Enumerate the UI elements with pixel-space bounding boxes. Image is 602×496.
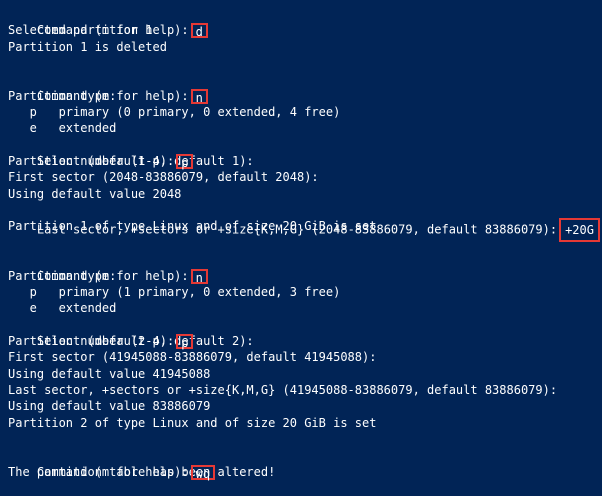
output-line: Selected partition 1 <box>8 23 153 38</box>
user-input-highlight: +20G <box>559 218 600 243</box>
command-line: Last sector, +sectors or +size{K,M,G} (2… <box>8 202 602 243</box>
output-line: e extended <box>8 301 117 316</box>
output-line: p primary (1 primary, 0 extended, 3 free… <box>8 284 341 299</box>
output-line: The partition table has been altered! <box>8 464 276 479</box>
command-line: Command (m for help): n <box>8 71 602 105</box>
command-line: Command (m for help): wq <box>8 447 602 481</box>
output-line: Last sector, +sectors or +size{K,M,G} (4… <box>8 382 558 397</box>
output-line: First sector (2048-83886079, default 204… <box>8 170 319 185</box>
output-line: First sector (41945088-83886079, default… <box>8 350 377 365</box>
command-line: Select (default p): p <box>8 317 602 350</box>
output-line: Using default value 41945088 <box>8 366 211 381</box>
output-line: Using default value 83886079 <box>8 399 211 414</box>
output-line: Partition number (2-4, default 2): <box>8 333 254 348</box>
output-line: Partition type: <box>8 88 117 103</box>
command-line: Select (default p): p <box>8 137 602 170</box>
user-input-highlight: n <box>190 268 208 285</box>
output-line: Partition number (1-4, default 1): <box>8 154 254 169</box>
output-line: Partition 2 of type Linux and of size 20… <box>8 415 377 430</box>
output-line: Partition type: <box>8 268 117 283</box>
command-line: Command (m for help): d <box>8 6 602 39</box>
output-line: Using default value 2048 <box>8 186 182 201</box>
output-line: Partition 1 is deleted <box>8 39 167 54</box>
user-input-highlight: wq <box>190 464 216 481</box>
user-input-highlight: p <box>176 333 194 350</box>
terminal-window[interactable]: Command (m for help): d Selected partitio… <box>0 0 602 481</box>
output-line: e extended <box>8 121 117 136</box>
command-line: Command (m for help): n <box>8 251 602 285</box>
user-input-highlight: d <box>190 23 208 39</box>
user-input-highlight: n <box>190 88 208 105</box>
output-line: p primary (0 primary, 0 extended, 4 free… <box>8 105 341 120</box>
user-input-highlight: p <box>176 154 194 170</box>
